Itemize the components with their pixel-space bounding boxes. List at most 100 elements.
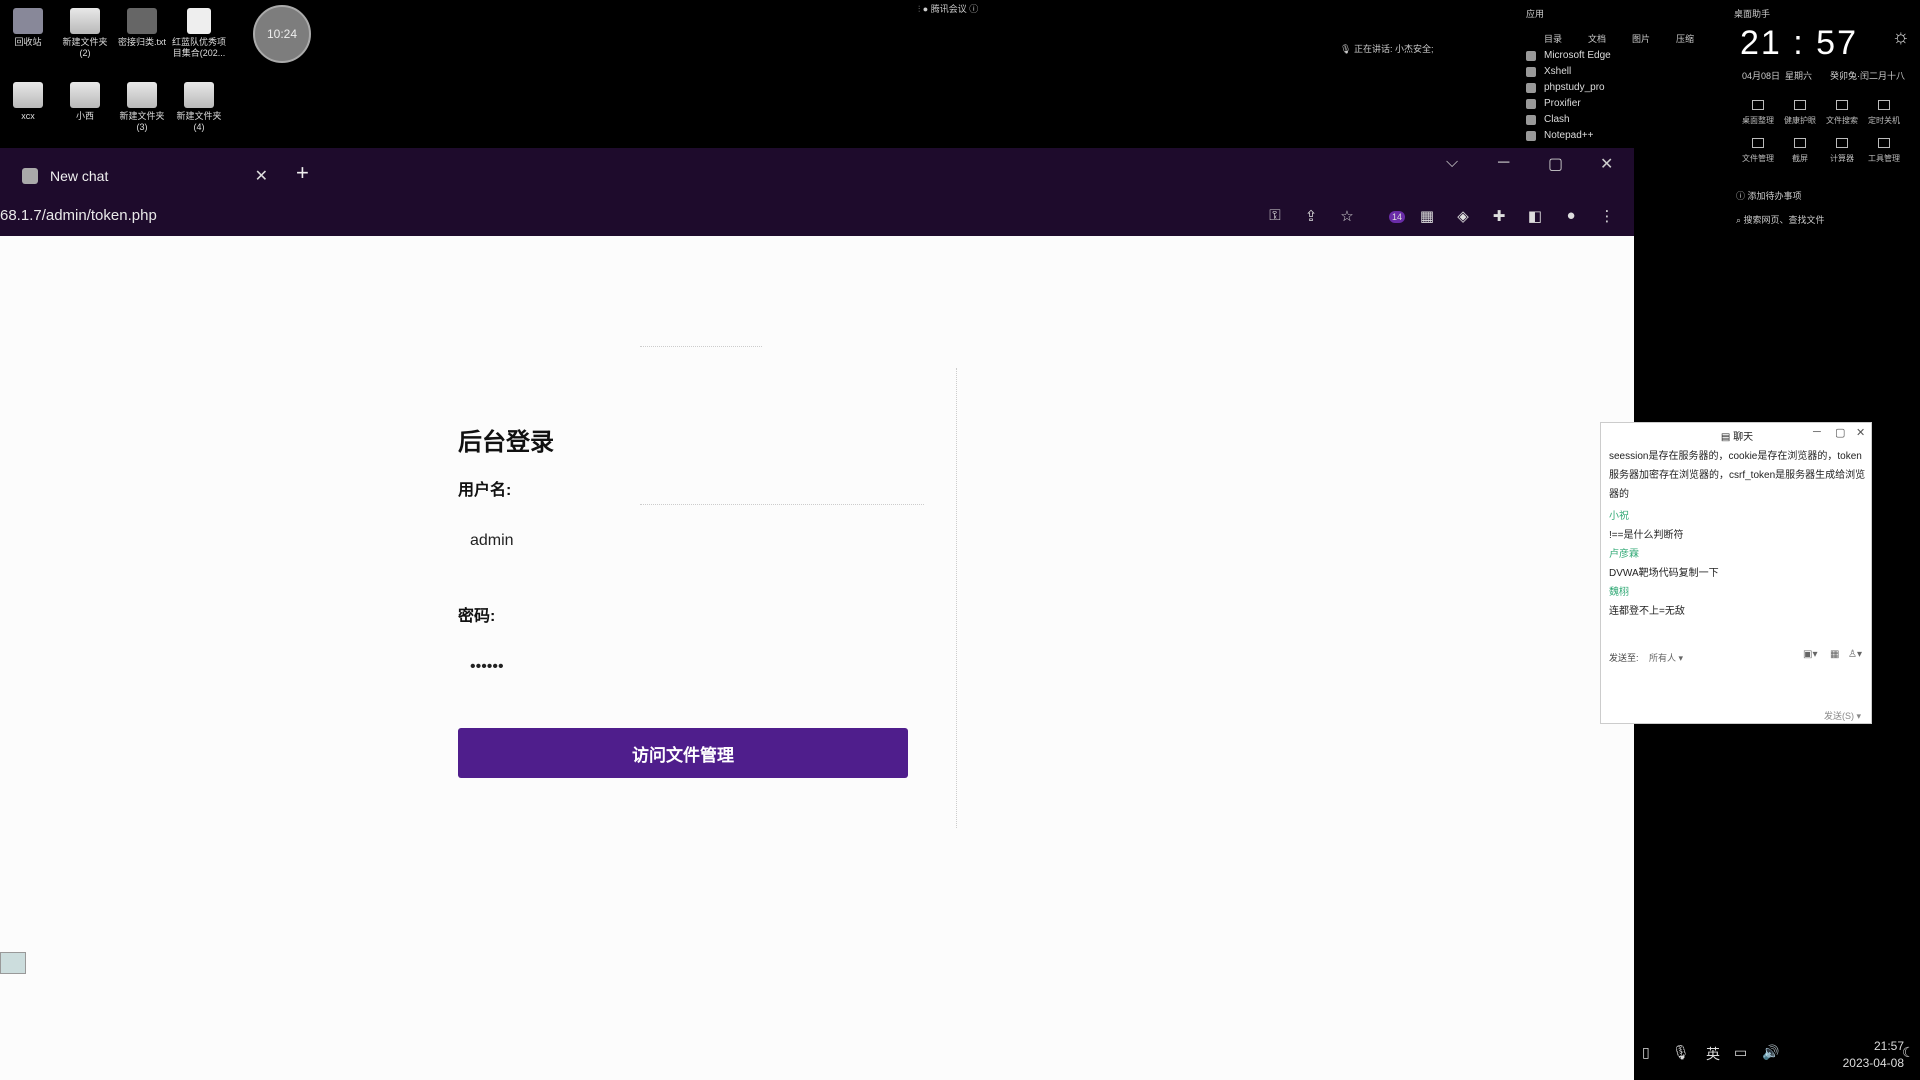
minimize-icon[interactable]: ─: [1813, 426, 1821, 438]
desktop-icon-label: xcx: [21, 111, 35, 121]
desktop-icon-txt[interactable]: 密接归类.txt: [114, 8, 170, 48]
share-icon[interactable]: ⇪: [1302, 207, 1320, 225]
meeting-chat-window: ▤ 聊天 ─ ▢ ✕ seession是存在服务器的，cookie是存在浏览器的…: [1600, 422, 1872, 724]
chat-message: 连都登不上=无敌: [1609, 606, 1685, 617]
app-item[interactable]: Microsoft Edge: [1526, 50, 1611, 61]
notepad-icon: [1526, 130, 1536, 141]
chat-icon: ▤: [1720, 432, 1734, 443]
panel-tab[interactable]: 压缩: [1676, 32, 1694, 45]
image-icon[interactable]: ▦: [1830, 649, 1839, 660]
desktop-icon-folder-4[interactable]: 新建文件夹 (4): [171, 82, 227, 133]
panel-tab[interactable]: 目录: [1544, 32, 1562, 45]
desktop-icon-doc[interactable]: 红蓝队优秀项 目集合(202...: [171, 8, 227, 59]
search-icon: ⌕: [1736, 215, 1744, 225]
volume-icon[interactable]: 🔊: [1762, 1044, 1779, 1061]
widget-date: 04月08日: [1742, 71, 1781, 81]
send-to-select[interactable]: 所有人 ▾: [1649, 653, 1683, 663]
key-icon[interactable]: ⚿: [1266, 207, 1284, 225]
speaking-label: 正在讲话: 小杰安全;: [1353, 44, 1434, 54]
widget-title: 桌面助手: [1734, 9, 1771, 19]
extension-icon[interactable]: ▦: [1418, 207, 1436, 225]
meeting-indicator[interactable]: ⫶ ● 腾讯会议 ⓘ: [918, 2, 978, 15]
plus-icon: [1878, 138, 1890, 148]
username-input[interactable]: [458, 518, 908, 564]
puzzle-icon[interactable]: ✚: [1490, 207, 1508, 225]
password-input[interactable]: [458, 644, 908, 690]
quick-file-manager-button[interactable]: 文件管理: [1736, 138, 1780, 164]
url-field[interactable]: 68.1.7/admin/token.php: [0, 207, 157, 224]
page-content: 后台登录 用户名: 密码: 访问文件管理: [0, 236, 1634, 1080]
close-tab-icon[interactable]: ✕: [255, 166, 268, 186]
maximize-icon[interactable]: ▢: [1548, 154, 1563, 174]
quick-eye-care-button[interactable]: 健康护眼: [1778, 100, 1822, 126]
profile-icon[interactable]: ●: [1562, 207, 1580, 225]
desktop-icon-folder-3[interactable]: 新建文件夹 (3): [114, 82, 170, 133]
app-item[interactable]: Notepad++: [1526, 130, 1594, 141]
widget-search[interactable]: ⌕ 搜索网页、查找文件: [1736, 213, 1825, 226]
send-button[interactable]: 发送(S) ▾: [1824, 709, 1861, 722]
desktop-icon-folder-2[interactable]: 新建文件夹 (2): [57, 8, 113, 59]
notification-icon[interactable]: ☾: [1902, 1044, 1915, 1061]
app-label: Proxifier: [1544, 98, 1581, 109]
meeting-title: 腾讯会议: [930, 4, 967, 14]
send-to-row: 发送至: 所有人 ▾: [1609, 651, 1683, 664]
quick-label: 计算器: [1830, 154, 1854, 163]
chat-sender: 小祝: [1609, 511, 1629, 522]
microphone-icon[interactable]: 🎙: [1672, 1044, 1690, 1061]
app-item[interactable]: Proxifier: [1526, 98, 1581, 109]
desktop-icon-recycle-bin[interactable]: 回收站: [0, 8, 56, 48]
tab-new-chat[interactable]: New chat ✕: [0, 154, 278, 198]
menu-kebab-icon[interactable]: ⋮: [1598, 207, 1616, 225]
folder-icon[interactable]: ▣▾: [1803, 649, 1817, 660]
widget-clock: 21 : 57: [1740, 24, 1858, 62]
quick-screenshot-button[interactable]: 截屏: [1778, 138, 1822, 164]
quick-calculator-button[interactable]: 计算器: [1820, 138, 1864, 164]
floating-clock-badge[interactable]: 10:24: [253, 5, 311, 63]
minimize-icon[interactable]: ─: [1498, 154, 1509, 172]
new-tab-button[interactable]: +: [296, 160, 309, 186]
maximize-icon[interactable]: ▢: [1835, 426, 1845, 439]
chat-message: !==是什么判断符: [1609, 530, 1684, 541]
app-item[interactable]: phpstudy_pro: [1526, 82, 1605, 93]
panel-tab[interactable]: 文档: [1588, 32, 1606, 45]
panel-tab[interactable]: 图片: [1632, 32, 1650, 45]
close-icon[interactable]: ✕: [1856, 426, 1865, 439]
app-item[interactable]: Clash: [1526, 114, 1570, 125]
todo-label: 添加待办事项: [1747, 191, 1802, 201]
quick-label: 工具管理: [1868, 154, 1900, 163]
quick-label: 文件管理: [1742, 154, 1774, 163]
desktop-icon-xcx[interactable]: xcx: [0, 82, 56, 122]
extension-badge[interactable]: 14: [1384, 207, 1410, 225]
device-icon[interactable]: ▯: [1642, 1044, 1650, 1061]
todo-icon: ⓘ: [1736, 191, 1748, 201]
access-file-management-button[interactable]: 访问文件管理: [458, 728, 908, 778]
ime-indicator[interactable]: 英: [1706, 1044, 1720, 1064]
sun-icon[interactable]: ☼: [1892, 26, 1910, 49]
address-bar: 68.1.7/admin/token.php ⚿ ⇪ ☆ 14 ▦ ◈ ✚ ◧ …: [0, 198, 1634, 236]
todo-add[interactable]: ⓘ 添加待办事项: [1736, 189, 1802, 202]
bookmark-star-icon[interactable]: ☆: [1338, 207, 1356, 225]
quick-tools-button[interactable]: 工具管理: [1862, 138, 1906, 164]
tab-search-chevron-icon[interactable]: ⌵: [1446, 154, 1458, 172]
panel-tabs: 目录 文档 图片 压缩: [1544, 32, 1694, 45]
folder-icon: [13, 82, 43, 108]
login-title: 后台登录: [458, 429, 554, 456]
tray-clock[interactable]: 21:57 2023-04-08: [1804, 1038, 1904, 1072]
chat-message: DVWA靶场代码复制一下: [1609, 568, 1719, 579]
send-to-value: 所有人: [1649, 653, 1677, 663]
desktop-icon-xiaoxi[interactable]: 小西: [57, 82, 113, 122]
quick-label: 文件搜索: [1826, 116, 1858, 125]
panel-header: 应用: [1526, 9, 1545, 19]
desktop-helper-widget: 桌面助手 ☼ 21 : 57 04月08日 星期六 癸卯兔·闰二月十八 桌面整理…: [1728, 0, 1920, 240]
quick-shutdown-button[interactable]: 定时关机: [1862, 100, 1906, 126]
app-item[interactable]: Xshell: [1526, 66, 1571, 77]
quick-file-search-button[interactable]: 文件搜索: [1820, 100, 1864, 126]
keyboard-widget-icon[interactable]: [0, 952, 26, 974]
user-icon[interactable]: ♙▾: [1848, 649, 1862, 660]
network-icon[interactable]: ▭: [1734, 1044, 1747, 1061]
side-panel-icon[interactable]: ◧: [1526, 207, 1544, 225]
quick-desktop-organize-button[interactable]: 桌面整理: [1736, 100, 1780, 126]
send-to-label: 发送至:: [1609, 653, 1639, 663]
extension-icon[interactable]: ◈: [1454, 207, 1472, 225]
window-close-icon[interactable]: ✕: [1600, 154, 1613, 174]
